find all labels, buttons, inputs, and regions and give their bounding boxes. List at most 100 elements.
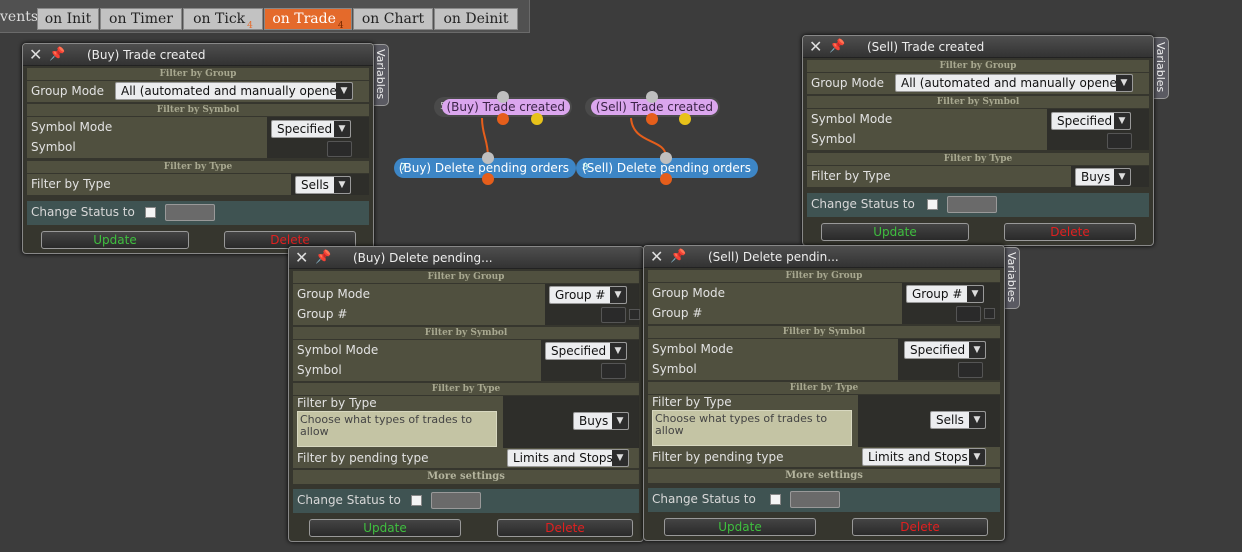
- close-icon[interactable]: ✕: [809, 37, 822, 56]
- symbol-mode-select[interactable]: Specified ▼: [1051, 112, 1131, 130]
- group-mode-row: Group Mode All (automated and manually o…: [27, 81, 369, 102]
- group-number-input[interactable]: [956, 306, 981, 322]
- group-mode-row: Group Mode All (automated and manually o…: [807, 73, 1149, 94]
- change-status-label: Change Status to: [652, 492, 756, 506]
- change-status-row: Change Status to: [807, 193, 1149, 217]
- update-button[interactable]: Update: [309, 519, 461, 537]
- symbol-input[interactable]: [601, 363, 626, 379]
- node-input-port[interactable]: [646, 91, 658, 103]
- more-settings-toggle[interactable]: More settings: [648, 469, 1000, 483]
- symbol-label: Symbol: [811, 132, 856, 146]
- group-rows: Group Mode Group # Group # ▼: [293, 284, 640, 325]
- panel-sell-delete-pending: ✕ 📌 (Sell) Delete pendin... Filter by Gr…: [643, 245, 1005, 541]
- chevron-down-icon: ▼: [334, 121, 350, 137]
- node-output-port[interactable]: [497, 113, 509, 125]
- node-output-port[interactable]: [646, 113, 658, 125]
- close-icon[interactable]: ✕: [650, 247, 663, 266]
- update-button[interactable]: Update: [664, 518, 816, 536]
- panel-titlebar[interactable]: ✕ 📌 (Buy) Delete pending...: [289, 247, 643, 269]
- chevron-down-icon: ▼: [1114, 169, 1130, 185]
- filter-by-type-select[interactable]: Buys ▼: [1075, 168, 1131, 186]
- change-status-label: Change Status to: [31, 205, 135, 219]
- change-status-checkbox[interactable]: [145, 207, 156, 218]
- pin-icon[interactable]: 📌: [829, 39, 845, 54]
- update-button[interactable]: Update: [821, 223, 969, 241]
- group-number-label: Group #: [652, 306, 703, 320]
- pin-icon[interactable]: 📌: [315, 250, 331, 265]
- symbol-mode-select[interactable]: Specified ▼: [545, 342, 627, 360]
- delete-button[interactable]: Delete: [1004, 223, 1136, 241]
- group-mode-value: Group #: [555, 288, 606, 302]
- node-input-port[interactable]: [497, 91, 509, 103]
- change-status-input[interactable]: [431, 492, 481, 509]
- symbol-input[interactable]: [327, 141, 352, 157]
- close-icon[interactable]: ✕: [295, 248, 308, 267]
- symbol-mode-select[interactable]: Specified ▼: [904, 341, 986, 359]
- node-output-port[interactable]: [660, 173, 672, 185]
- filter-by-type-select[interactable]: Sells ▼: [930, 411, 986, 429]
- panel-title: (Buy) Trade created: [87, 48, 206, 62]
- section-filter-by-type: Filter by Type: [648, 382, 1000, 394]
- panel-sell-trade-created: ✕ 📌 (Sell) Trade created Filter by Group…: [802, 35, 1154, 246]
- update-button[interactable]: Update: [41, 231, 189, 249]
- close-icon[interactable]: ✕: [29, 45, 42, 64]
- panel-titlebar[interactable]: ✕ 📌 (Sell) Delete pendin...: [644, 246, 1004, 268]
- change-status-input[interactable]: [165, 204, 215, 221]
- symbol-input[interactable]: [958, 362, 983, 378]
- pending-type-select[interactable]: Limits and Stops ▼: [507, 449, 629, 467]
- group-mode-label: Group Mode: [811, 76, 885, 90]
- panel-titlebar[interactable]: ✕ 📌 (Sell) Trade created: [803, 36, 1153, 58]
- filter-by-type-value: Buys: [1081, 170, 1111, 184]
- filter-by-type-value: Buys: [579, 414, 609, 428]
- change-status-checkbox[interactable]: [927, 199, 938, 210]
- chevron-down-icon: ▼: [969, 412, 985, 428]
- type-description: Choose what types of trades to allow: [297, 411, 497, 447]
- variables-tab[interactable]: Variables: [1152, 37, 1169, 99]
- group-mode-select[interactable]: Group # ▼: [549, 286, 627, 304]
- chevron-down-icon: ▼: [336, 83, 352, 99]
- group-rows: Group Mode Group # Group # ▼: [648, 283, 1000, 324]
- pending-type-select[interactable]: Limits and Stops ▼: [862, 448, 986, 466]
- symbol-input[interactable]: [1107, 133, 1132, 149]
- panel-title: (Buy) Delete pending...: [353, 251, 493, 265]
- group-mode-select[interactable]: All (automated and manually opened) ▼: [895, 74, 1133, 92]
- group-mode-select[interactable]: Group # ▼: [906, 285, 984, 303]
- delete-button[interactable]: Delete: [852, 518, 988, 536]
- symbol-mode-value: Specified: [551, 344, 607, 358]
- node-output-port[interactable]: [531, 113, 543, 125]
- filter-by-type-select[interactable]: Sells ▼: [295, 176, 351, 194]
- variables-tab[interactable]: Variables: [1003, 247, 1020, 309]
- filter-by-type-label: Filter by Type: [297, 396, 377, 410]
- node-output-port[interactable]: [679, 113, 691, 125]
- node-output-port[interactable]: [482, 173, 494, 185]
- node-input-port[interactable]: [482, 152, 494, 164]
- filter-by-type-select[interactable]: Buys ▼: [573, 412, 629, 430]
- change-status-checkbox[interactable]: [770, 494, 781, 505]
- section-filter-by-symbol: Filter by Symbol: [648, 326, 1000, 338]
- pin-icon[interactable]: 📌: [670, 249, 686, 264]
- type-rows: Filter by Type Choose what types of trad…: [293, 396, 639, 468]
- node-input-port[interactable]: [660, 152, 672, 164]
- change-status-row: Change Status to: [293, 489, 639, 513]
- group-mode-select[interactable]: All (automated and manually opened) ▼: [115, 82, 353, 100]
- section-filter-by-group: Filter by Group: [648, 270, 1000, 282]
- symbol-mode-select[interactable]: Specified ▼: [271, 120, 351, 138]
- filter-by-type-label: Filter by Type: [31, 177, 111, 191]
- section-filter-by-group: Filter by Group: [293, 271, 639, 283]
- group-mode-value: All (automated and manually opened): [121, 84, 350, 98]
- section-filter-by-type: Filter by Type: [293, 383, 639, 395]
- change-status-checkbox[interactable]: [411, 495, 422, 506]
- group-number-input[interactable]: [601, 307, 626, 323]
- panel-titlebar[interactable]: ✕ 📌 (Buy) Trade created: [23, 44, 373, 66]
- variables-tab[interactable]: Variables: [372, 44, 389, 106]
- chevron-down-icon: ▼: [334, 177, 350, 193]
- pin-icon[interactable]: 📌: [49, 47, 65, 62]
- change-status-input[interactable]: [790, 491, 840, 508]
- symbol-mode-value: Specified: [1057, 114, 1113, 128]
- group-number-checkbox[interactable]: [984, 308, 995, 319]
- delete-button[interactable]: Delete: [497, 519, 633, 537]
- change-status-row: Change Status to: [27, 201, 369, 225]
- group-number-checkbox[interactable]: [629, 309, 640, 320]
- more-settings-toggle[interactable]: More settings: [293, 470, 639, 484]
- change-status-input[interactable]: [947, 196, 997, 213]
